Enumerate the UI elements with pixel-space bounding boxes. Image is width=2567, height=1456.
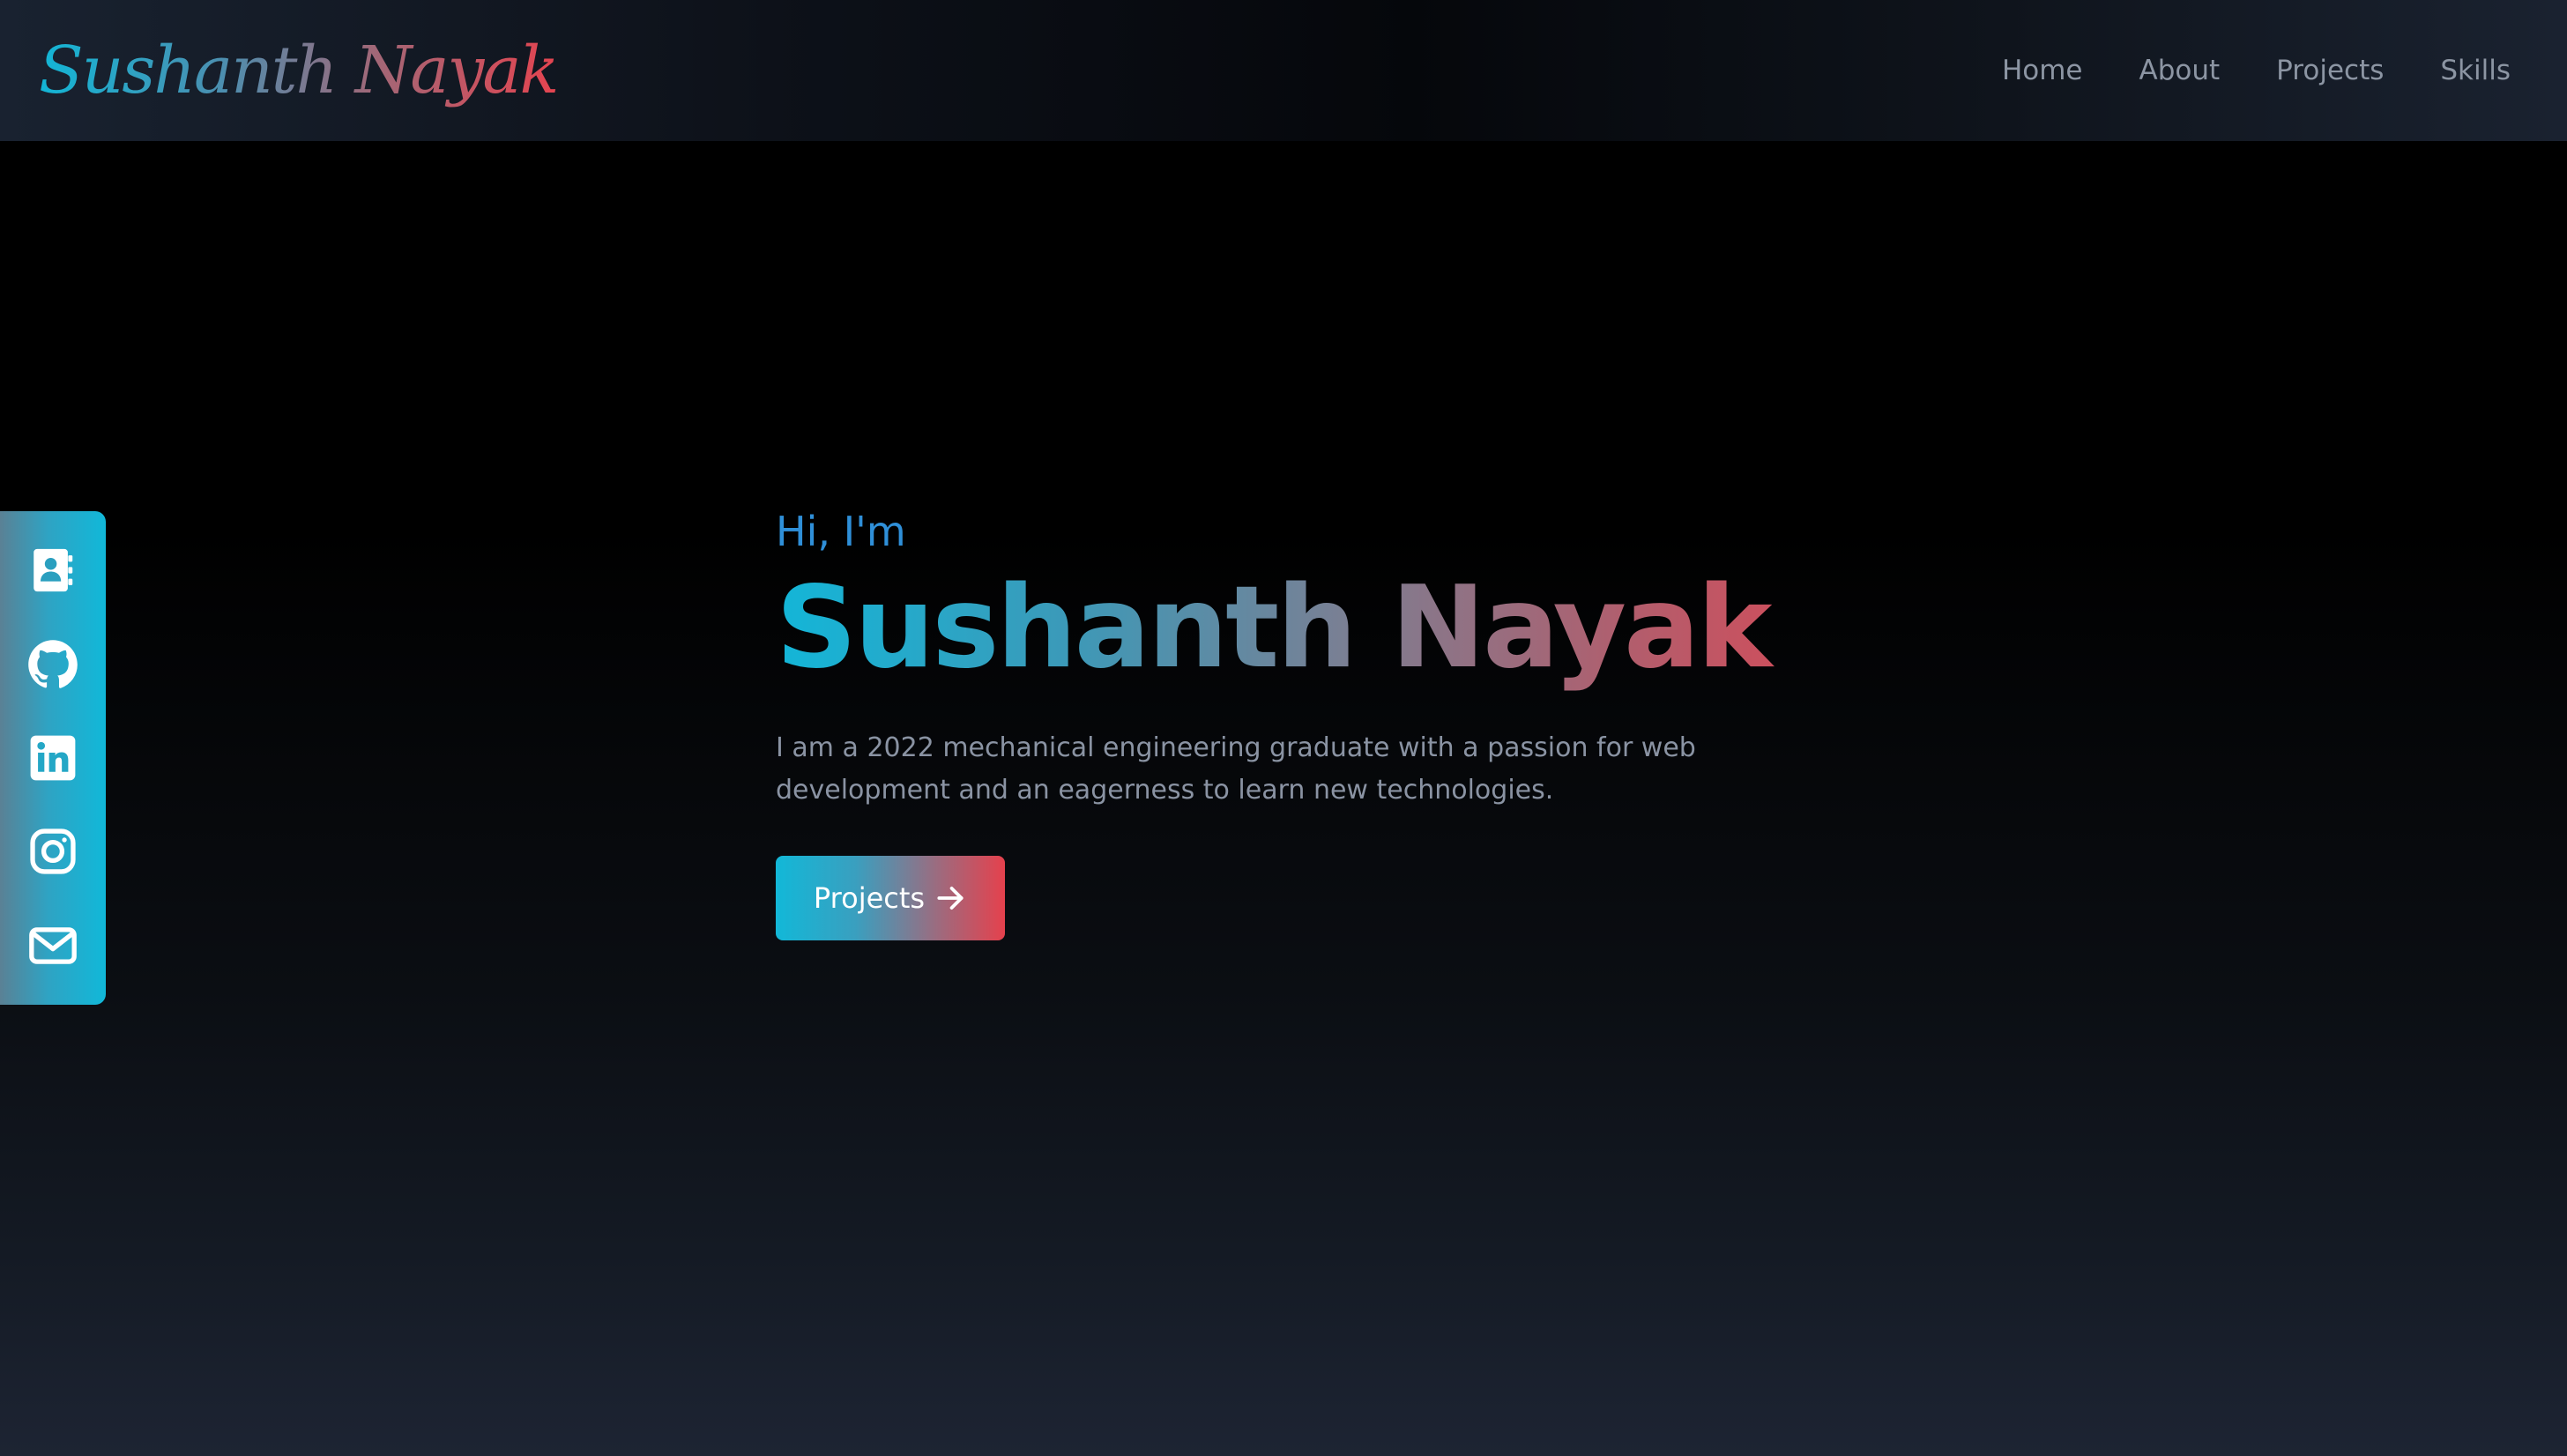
instagram-icon[interactable]: [27, 826, 78, 877]
nav-links: Home About Projects Skills: [2002, 44, 2511, 97]
projects-button[interactable]: Projects: [776, 856, 1005, 940]
hero-name: Sushanth Nayak: [776, 558, 1922, 699]
contact-card-icon[interactable]: [27, 545, 78, 596]
arrow-right-icon: [934, 881, 967, 915]
navbar: Sushanth Nayak Home About Projects Skill…: [0, 0, 2567, 141]
nav-link-skills[interactable]: Skills: [2440, 44, 2511, 97]
mail-icon[interactable]: [27, 920, 78, 971]
linkedin-icon[interactable]: [27, 732, 78, 784]
nav-link-projects[interactable]: Projects: [2276, 44, 2384, 97]
nav-link-home[interactable]: Home: [2002, 44, 2083, 97]
projects-button-label: Projects: [813, 881, 926, 915]
github-icon[interactable]: [27, 639, 78, 690]
site-logo[interactable]: Sushanth Nayak: [39, 26, 559, 115]
greeting-text: Hi, I'm: [776, 508, 906, 555]
hero-section: Hi, I'm Sushanth Nayak I am a 2022 mecha…: [776, 498, 1922, 940]
nav-link-about[interactable]: About: [2139, 44, 2221, 97]
hero-bio: I am a 2022 mechanical engineering gradu…: [776, 732, 1696, 806]
social-sidebar: [0, 511, 106, 1005]
